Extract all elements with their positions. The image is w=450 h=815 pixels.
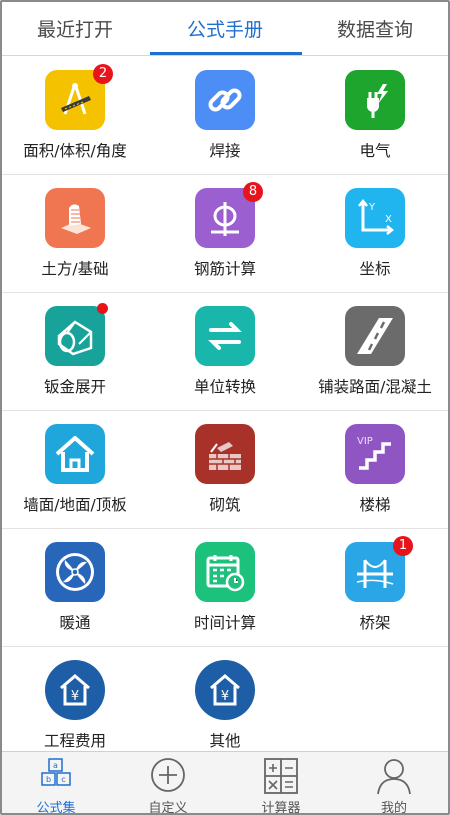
tab-recent[interactable]: 最近打开 bbox=[0, 0, 150, 56]
bridge-icon: 1 bbox=[345, 536, 413, 602]
user-icon bbox=[377, 759, 411, 795]
svg-text:X: X bbox=[385, 214, 392, 225]
tab-formula-manual[interactable]: 公式手册 bbox=[150, 0, 300, 56]
category-label: 暖通 bbox=[59, 614, 91, 632]
grid-row: 暖通 时间计算 1 桥架 bbox=[0, 529, 450, 647]
category-label: 铺装路面/混凝土 bbox=[318, 378, 432, 396]
category-label: 焊接 bbox=[209, 142, 241, 160]
nav-formula-set[interactable]: a b c 公式集 bbox=[0, 752, 112, 815]
category-label: 砌筑 bbox=[209, 496, 241, 514]
abc-blocks-icon: a b c bbox=[41, 758, 71, 786]
chain-link-icon bbox=[195, 70, 255, 130]
notification-badge: 8 bbox=[243, 182, 263, 202]
nav-mine[interactable]: 我的 bbox=[338, 752, 450, 815]
active-tab-indicator bbox=[150, 52, 302, 55]
road-icon bbox=[345, 306, 405, 366]
bottom-nav-bar: a b c 公式集 自定义 计算器 我的 bbox=[0, 751, 450, 815]
category-label: 时间计算 bbox=[193, 614, 256, 632]
notification-badge: 2 bbox=[93, 64, 113, 84]
stairs-icon: VIP bbox=[345, 424, 405, 484]
category-stairs[interactable]: VIP 楼梯 bbox=[300, 411, 450, 528]
foundation-icon bbox=[45, 188, 105, 248]
notification-badge: 1 bbox=[393, 536, 413, 556]
top-tab-bar: 最近打开 公式手册 数据查询 bbox=[0, 0, 450, 56]
formula-category-grid: 2 面积/体积/角度 焊接 电气 土方/基础 8 钢筋计算 Y X 坐标 钣金展… bbox=[0, 57, 450, 751]
sheet-metal-icon bbox=[45, 303, 108, 366]
calendar-clock-icon bbox=[195, 542, 255, 602]
category-hvac[interactable]: 暖通 bbox=[0, 529, 150, 646]
category-other[interactable]: ¥ 其他 bbox=[150, 647, 300, 764]
category-welding[interactable]: 焊接 bbox=[150, 57, 300, 174]
svg-text:b: b bbox=[46, 775, 51, 784]
tab-data-query[interactable]: 数据查询 bbox=[300, 0, 450, 56]
grid-row: 土方/基础 8 钢筋计算 Y X 坐标 bbox=[0, 175, 450, 293]
brick-wall-icon bbox=[195, 424, 255, 484]
coordinate-axes-icon: Y X bbox=[345, 188, 405, 248]
category-coordinates[interactable]: Y X 坐标 bbox=[300, 175, 450, 292]
category-label: 工程费用 bbox=[43, 732, 106, 750]
category-label: 桥架 bbox=[359, 614, 391, 632]
nav-label: 公式集 bbox=[36, 801, 76, 815]
category-engineering-cost[interactable]: ¥ 工程费用 bbox=[0, 647, 150, 764]
category-label: 土方/基础 bbox=[41, 260, 109, 278]
category-label: 楼梯 bbox=[359, 496, 391, 514]
svg-text:a: a bbox=[53, 761, 58, 770]
grid-row: 钣金展开 单位转换 铺装路面/混凝土 bbox=[0, 293, 450, 411]
category-rebar-calculation[interactable]: 8 钢筋计算 bbox=[150, 175, 300, 292]
category-paving-concrete[interactable]: 铺装路面/混凝土 bbox=[300, 293, 450, 410]
calculator-icon bbox=[264, 758, 298, 794]
category-label: 墙面/地面/顶板 bbox=[23, 496, 127, 514]
category-label: 面积/体积/角度 bbox=[23, 142, 127, 160]
category-electrical[interactable]: 电气 bbox=[300, 57, 450, 174]
nav-custom[interactable]: 自定义 bbox=[112, 752, 224, 815]
category-label: 单位转换 bbox=[193, 378, 256, 396]
grid-row: ¥ 工程费用 ¥ 其他 bbox=[0, 647, 450, 765]
svg-text:¥: ¥ bbox=[221, 689, 229, 704]
category-label: 钢筋计算 bbox=[193, 260, 256, 278]
category-sheet-metal-unfold[interactable]: 钣金展开 bbox=[0, 293, 150, 410]
grid-row: 墙面/地面/顶板 砌筑 VIP 楼梯 bbox=[0, 411, 450, 529]
svg-text:Y: Y bbox=[368, 202, 376, 213]
svg-text:VIP: VIP bbox=[357, 436, 373, 447]
category-label: 坐标 bbox=[359, 260, 391, 278]
category-label: 其他 bbox=[209, 732, 241, 750]
category-earthwork-foundation[interactable]: 土方/基础 bbox=[0, 175, 150, 292]
category-area-volume-angle[interactable]: 2 面积/体积/角度 bbox=[0, 57, 150, 174]
category-cable-tray[interactable]: 1 桥架 bbox=[300, 529, 450, 646]
category-masonry[interactable]: 砌筑 bbox=[150, 411, 300, 528]
ruler-compass-icon: 2 bbox=[45, 64, 113, 130]
notification-dot bbox=[97, 303, 108, 314]
category-label: 钣金展开 bbox=[43, 378, 106, 396]
exchange-arrows-icon bbox=[195, 306, 255, 366]
category-time-calculation[interactable]: 时间计算 bbox=[150, 529, 300, 646]
yuan-house-icon: ¥ bbox=[195, 660, 255, 720]
fan-icon bbox=[45, 542, 105, 602]
grid-row: 2 面积/体积/角度 焊接 电气 bbox=[0, 57, 450, 175]
rebar-icon: 8 bbox=[195, 182, 263, 248]
nav-label: 自定义 bbox=[148, 801, 188, 815]
nav-calculator[interactable]: 计算器 bbox=[225, 752, 337, 815]
svg-text:c: c bbox=[61, 775, 65, 784]
category-unit-conversion[interactable]: 单位转换 bbox=[150, 293, 300, 410]
house-icon bbox=[45, 424, 105, 484]
nav-label: 计算器 bbox=[261, 801, 301, 815]
category-label: 电气 bbox=[359, 142, 391, 160]
category-wall-floor-ceiling[interactable]: 墙面/地面/顶板 bbox=[0, 411, 150, 528]
add-circle-icon bbox=[151, 758, 185, 792]
electric-plug-icon bbox=[345, 70, 405, 130]
nav-label: 我的 bbox=[380, 801, 407, 815]
svg-text:¥: ¥ bbox=[71, 689, 79, 704]
yuan-house-icon: ¥ bbox=[45, 660, 105, 720]
